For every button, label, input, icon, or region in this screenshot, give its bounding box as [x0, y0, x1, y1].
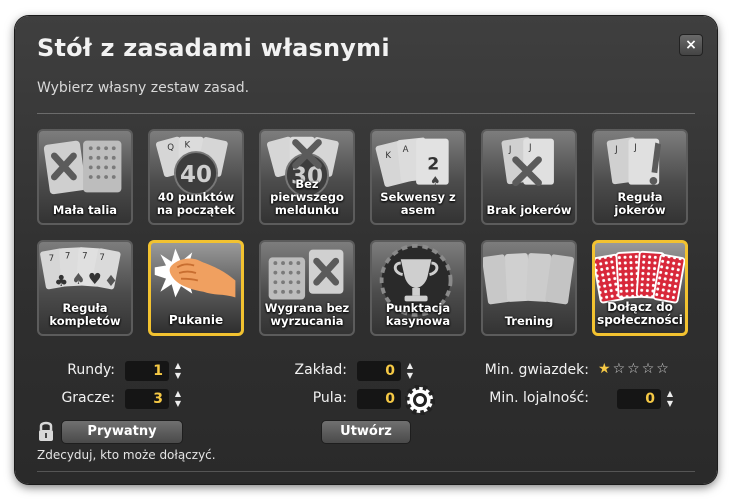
- rule-label: Bez pierwszego meldunku: [270, 177, 344, 217]
- divider: [37, 113, 695, 114]
- svg-text:Q: Q: [167, 143, 174, 153]
- rule-label: Trening: [504, 314, 554, 328]
- rounds-stepper[interactable]: ▲ ▼: [173, 361, 183, 381]
- svg-text:7: 7: [49, 254, 54, 264]
- min-loyalty-label: Min. lojalność:: [489, 390, 589, 406]
- min-loyalty-value[interactable]: 0: [617, 389, 661, 409]
- pot-label: Pula:: [312, 390, 347, 406]
- casino-chip-icon: [405, 385, 435, 415]
- rule-tile-training[interactable]: Trening: [481, 240, 577, 336]
- min-stars-rating[interactable]: ★☆☆☆☆: [598, 361, 671, 377]
- rule-label: Mała talia: [52, 203, 118, 217]
- rule-label: Dołącz do społeczności: [597, 300, 683, 327]
- players-stepper[interactable]: ▲ ▼: [173, 389, 183, 409]
- rule-label: Sekwensy z asem: [380, 190, 456, 217]
- svg-text:K: K: [385, 151, 391, 161]
- star-icon[interactable]: ☆: [627, 361, 642, 377]
- rule-label: Punktacja kasynowa: [385, 301, 451, 328]
- star-icon[interactable]: ☆: [613, 361, 628, 377]
- dialog-title: Stół z zasadami własnymi: [37, 34, 390, 62]
- close-button[interactable]: ×: [679, 34, 703, 56]
- rule-tile-no-jokers[interactable]: J J Brak jokerów: [481, 129, 577, 225]
- svg-text:♦: ♦: [104, 272, 118, 290]
- star-icon[interactable]: ☆: [656, 361, 671, 377]
- svg-text:♠: ♠: [72, 270, 86, 288]
- rule-tile-joker-rule[interactable]: J J Reguła jokerów: [592, 129, 688, 225]
- rule-tile-community[interactable]: Dołącz do społeczności: [592, 240, 688, 336]
- svg-text:7: 7: [82, 251, 87, 261]
- min-stars-label: Min. gwiazdek:: [484, 362, 589, 378]
- players-label: Gracze:: [61, 390, 115, 406]
- rule-label: Wygrana bez wyrzucania: [264, 301, 350, 328]
- stake-label: Zakład:: [294, 362, 347, 378]
- rule-tile-casino-scoring[interactable]: Punktacja kasynowa: [370, 240, 466, 336]
- svg-text:7: 7: [65, 251, 70, 261]
- rule-tile-knock[interactable]: Pukanie: [148, 240, 244, 336]
- rule-tile-small-deck[interactable]: Mała talia: [37, 129, 133, 225]
- lock-icon: [39, 421, 53, 441]
- svg-text:J: J: [528, 143, 532, 153]
- stake-value[interactable]: 0: [357, 361, 401, 381]
- svg-text:A: A: [403, 145, 409, 155]
- rule-tile-ace-sequence[interactable]: K A 2 ♠ Sekwensy z asem: [370, 129, 466, 225]
- rule-tile-forty-points[interactable]: Q K 40 40 punktów na początek: [148, 129, 244, 225]
- rule-label: Pukanie: [168, 313, 224, 327]
- stake-stepper[interactable]: ▲ ▼: [405, 361, 415, 381]
- rounds-label: Rundy:: [67, 362, 115, 378]
- rule-label: Reguła kompletów: [49, 301, 121, 328]
- svg-text:K: K: [185, 140, 191, 150]
- rounds-value[interactable]: 1: [125, 361, 169, 381]
- private-button[interactable]: Prywatny: [61, 420, 183, 444]
- rule-label: Brak jokerów: [486, 203, 572, 217]
- bottom-divider: [37, 471, 695, 472]
- svg-text:♣: ♣: [54, 272, 68, 290]
- svg-text:J: J: [508, 145, 512, 155]
- svg-text:J: J: [614, 145, 618, 155]
- svg-text:2: 2: [427, 154, 439, 174]
- join-hint: Zdecyduj, kto może dołączyć.: [37, 448, 216, 462]
- star-icon[interactable]: ☆: [642, 361, 657, 377]
- star-icon[interactable]: ★: [598, 361, 613, 377]
- players-value[interactable]: 3: [125, 389, 169, 409]
- custom-rules-dialog: Stół z zasadami własnymi × Wybierz własn…: [15, 16, 717, 484]
- rule-label: Reguła jokerów: [614, 190, 666, 217]
- min-loyalty-stepper[interactable]: ▲ ▼: [665, 389, 675, 409]
- forty-badge: 40: [180, 162, 212, 188]
- pot-value[interactable]: 0: [357, 389, 401, 409]
- svg-text:J: J: [633, 143, 637, 153]
- svg-text:7: 7: [99, 253, 104, 263]
- rule-tile-win-without-discard[interactable]: Wygrana bez wyrzucania: [259, 240, 355, 336]
- svg-text:♥: ♥: [88, 270, 102, 288]
- dialog-subtitle: Wybierz własny zestaw zasad.: [37, 80, 250, 96]
- rule-label: 40 punktów na początek: [156, 190, 236, 217]
- rule-tile-no-first-meld[interactable]: 30 Bez pierwszego meldunku: [259, 129, 355, 225]
- svg-text:♠: ♠: [430, 174, 440, 188]
- create-button[interactable]: Utwórz: [321, 420, 411, 444]
- rule-tile-sets-rule[interactable]: 7 7 7 7 ♣ ♠ ♥ ♦ Reguła kompletów: [37, 240, 133, 336]
